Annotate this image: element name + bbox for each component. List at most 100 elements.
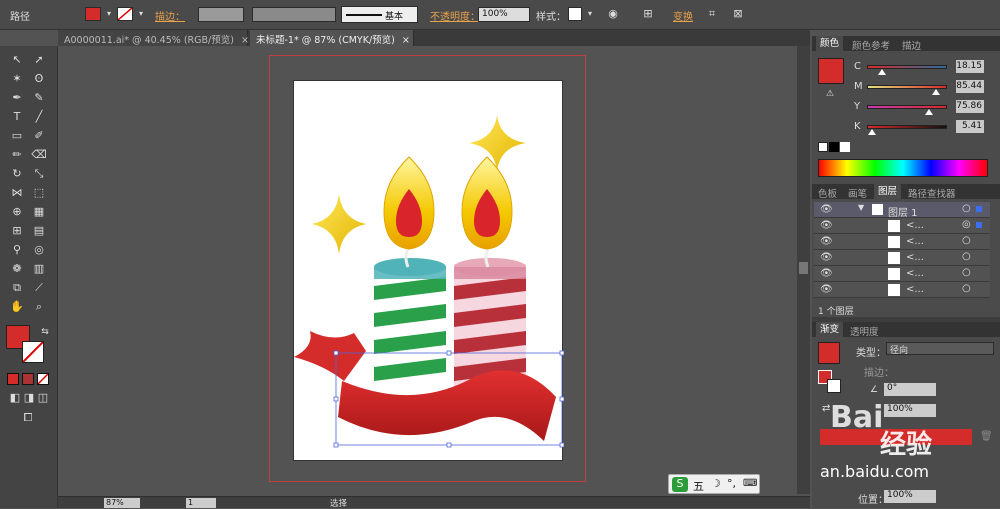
visibility-eye-icon[interactable]: 👁 bbox=[820, 204, 833, 215]
rotate-tool-icon[interactable]: ↻ bbox=[9, 166, 25, 182]
channel-m-knob[interactable] bbox=[932, 89, 940, 95]
color-mode-icon[interactable] bbox=[7, 373, 19, 385]
visibility-eye-icon[interactable]: 👁 bbox=[820, 284, 833, 295]
tab-stroke[interactable]: 描边 bbox=[902, 38, 921, 52]
visibility-eye-icon[interactable]: 👁 bbox=[820, 236, 833, 247]
channel-y-knob[interactable] bbox=[924, 109, 933, 115]
tab-swatches[interactable]: 色板 bbox=[818, 186, 837, 200]
artboard[interactable] bbox=[293, 80, 565, 461]
scrollbar-thumb[interactable] bbox=[799, 262, 808, 274]
lasso-tool-icon[interactable]: ʘ bbox=[31, 71, 47, 87]
gradient-type-select[interactable]: 径向 bbox=[886, 342, 994, 356]
target-circle-icon[interactable]: ○ bbox=[962, 251, 971, 262]
tab-color[interactable]: 颜色 bbox=[816, 36, 844, 51]
target-circle-icon[interactable]: ◎ bbox=[962, 219, 971, 230]
free-transform-tool-icon[interactable]: ⬚ bbox=[31, 185, 47, 201]
gradient-stroke-icon[interactable] bbox=[827, 379, 841, 393]
draw-inside-icon[interactable]: ◫ bbox=[35, 390, 51, 406]
color-swatch[interactable] bbox=[818, 58, 844, 84]
tab-brushes[interactable]: 画笔 bbox=[848, 186, 867, 200]
selection-tool-icon[interactable]: ↖ bbox=[9, 52, 25, 68]
selection-indicator[interactable] bbox=[976, 206, 982, 212]
tab-layers[interactable]: 图层 bbox=[874, 184, 902, 199]
keyboard-icon[interactable]: ⌨ bbox=[743, 478, 757, 489]
channel-m-value[interactable]: 85.44 bbox=[956, 80, 984, 93]
layer-row-main[interactable]: 👁 ▼ 图层 1 ○ bbox=[814, 202, 990, 219]
artboard-number-field[interactable]: 1 bbox=[186, 498, 216, 508]
gradient-mode-icon[interactable] bbox=[22, 373, 34, 385]
graph-tool-icon[interactable]: ▥ bbox=[31, 261, 47, 277]
gradient-swatch[interactable] bbox=[818, 342, 840, 364]
channel-k-value[interactable]: 5.41 bbox=[956, 120, 984, 133]
expand-triangle-icon[interactable]: ▼ bbox=[858, 203, 864, 212]
channel-c-slider[interactable] bbox=[867, 65, 947, 75]
eyedropper-tool-icon[interactable]: ⚲ bbox=[9, 242, 25, 258]
opacity-input[interactable]: 100% bbox=[478, 7, 530, 22]
graphic-style-swatch[interactable] bbox=[568, 7, 582, 21]
recolor-artwork-icon[interactable]: ◉ bbox=[605, 6, 621, 22]
gradient-tool-icon[interactable]: ▤ bbox=[31, 223, 47, 239]
selection-indicator[interactable] bbox=[976, 222, 982, 228]
canvas-vertical-scrollbar[interactable] bbox=[797, 46, 810, 494]
transform-label[interactable]: 变换 bbox=[673, 8, 693, 23]
slice-tool-icon[interactable]: ⟋ bbox=[31, 280, 47, 296]
width-tool-icon[interactable]: ⋈ bbox=[9, 185, 25, 201]
color-spectrum[interactable] bbox=[818, 159, 988, 177]
gradient-angle-input[interactable]: 0° bbox=[884, 383, 936, 396]
screen-mode-icon[interactable]: ⧠ bbox=[18, 410, 38, 426]
visibility-eye-icon[interactable]: 👁 bbox=[820, 268, 833, 279]
fill-color-swatch[interactable] bbox=[85, 7, 101, 21]
channel-y-value[interactable]: 75.86 bbox=[956, 100, 984, 113]
sublayer-row[interactable]: 👁 <... ○ bbox=[814, 234, 990, 250]
artboard-tool-icon[interactable]: ⧉ bbox=[9, 280, 25, 296]
target-circle-icon[interactable]: ○ bbox=[962, 283, 971, 294]
pencil-tool-icon[interactable]: ✏ bbox=[9, 147, 25, 163]
pen-tool-icon[interactable]: ✒ bbox=[9, 90, 25, 106]
sublayer-row[interactable]: 👁 <... ○ bbox=[814, 282, 990, 298]
dropdown-arrow-icon[interactable]: ▾ bbox=[582, 6, 598, 22]
moon-icon[interactable]: ☽ bbox=[711, 477, 721, 490]
channel-c-knob[interactable] bbox=[878, 69, 887, 75]
eraser-tool-icon[interactable]: ⌫ bbox=[31, 147, 47, 163]
stroke-label[interactable]: 描边： bbox=[155, 8, 185, 23]
white-color-icon[interactable] bbox=[840, 142, 850, 152]
channel-y-slider[interactable] bbox=[867, 105, 947, 115]
channel-m-slider[interactable] bbox=[867, 85, 947, 95]
magic-wand-tool-icon[interactable]: ✶ bbox=[9, 71, 25, 87]
ime-toolbar[interactable]: S 五 ☽ °, ⌨ bbox=[668, 474, 760, 494]
sublayer-row[interactable]: 👁 <... ○ bbox=[814, 266, 990, 282]
punctuation-icon[interactable]: °, bbox=[727, 477, 736, 490]
stroke-color-swatch[interactable] bbox=[117, 7, 133, 21]
channel-k-knob[interactable] bbox=[868, 129, 876, 135]
dropdown-arrow-icon[interactable]: ▾ bbox=[133, 6, 149, 22]
close-icon[interactable]: × bbox=[241, 35, 249, 46]
tab-color-guide[interactable]: 颜色参考 bbox=[852, 38, 890, 52]
opacity-label[interactable]: 不透明度： bbox=[430, 8, 480, 23]
layer-name[interactable]: 图层 1 bbox=[888, 204, 918, 219]
rectangle-tool-icon[interactable]: ▭ bbox=[9, 128, 25, 144]
tab-document-2[interactable]: 未标题-1* @ 87% (CMYK/预览) × bbox=[250, 30, 414, 46]
mesh-tool-icon[interactable]: ⊞ bbox=[9, 223, 25, 239]
dropdown-arrow-icon[interactable]: ▾ bbox=[101, 6, 117, 22]
tab-transparency[interactable]: 透明度 bbox=[850, 324, 879, 338]
tab-gradient[interactable]: 渐变 bbox=[816, 322, 844, 337]
target-circle-icon[interactable]: ○ bbox=[962, 203, 971, 214]
channel-k-slider[interactable] bbox=[867, 125, 947, 135]
tab-pathfinder[interactable]: 路径查找器 bbox=[908, 186, 956, 200]
align-icon[interactable]: ⊞ bbox=[640, 6, 656, 22]
zoom-tool-icon[interactable]: ⌕ bbox=[31, 299, 47, 315]
visibility-eye-icon[interactable]: 👁 bbox=[820, 252, 833, 263]
out-of-gamut-icon[interactable]: ⚠ bbox=[826, 89, 834, 99]
sublayer-row[interactable]: 👁 <... ◎ bbox=[814, 218, 990, 234]
paintbrush-tool-icon[interactable]: ✐ bbox=[31, 128, 47, 144]
hand-tool-icon[interactable]: ✋ bbox=[9, 299, 25, 315]
none-color-icon[interactable] bbox=[818, 142, 828, 152]
target-circle-icon[interactable]: ○ bbox=[962, 267, 971, 278]
direct-selection-tool-icon[interactable]: ➚ bbox=[31, 52, 47, 68]
channel-c-value[interactable]: 18.15 bbox=[956, 60, 984, 73]
visibility-eye-icon[interactable]: 👁 bbox=[820, 220, 833, 231]
brush-definition-field[interactable]: 基本 bbox=[341, 6, 418, 23]
tab-document-1[interactable]: A0000011.ai* @ 40.45% (RGB/预览) × bbox=[58, 30, 249, 46]
close-icon[interactable]: × bbox=[402, 35, 410, 46]
blend-tool-icon[interactable]: ◎ bbox=[31, 242, 47, 258]
